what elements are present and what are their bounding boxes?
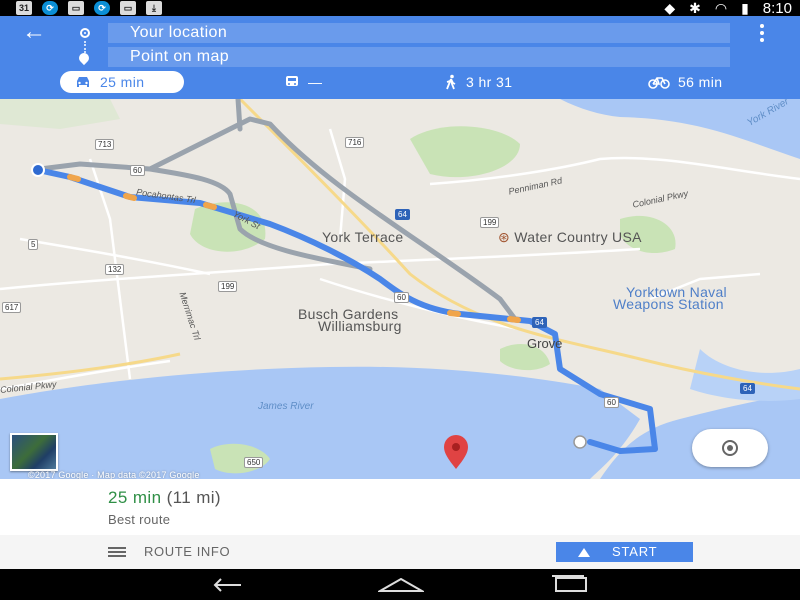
system-nav-bar (0, 569, 800, 600)
travel-mode-tabs: 25 min — 3 hr 31 56 min (0, 71, 800, 97)
map-label-james-river: James River (258, 401, 314, 412)
route-duration: 25 min (108, 488, 162, 507)
destination-pin-icon (76, 50, 92, 66)
route-info-label: ROUTE INFO (144, 544, 231, 559)
route-shield: 199 (218, 281, 238, 292)
tab-drive[interactable]: 25 min (60, 71, 184, 93)
my-location-icon (722, 440, 738, 456)
bus-icon (286, 76, 298, 86)
tab-walk[interactable]: 3 hr 31 (444, 71, 512, 93)
tab-bike-label: 56 min (678, 74, 723, 90)
tab-bike[interactable]: 56 min (648, 71, 722, 93)
back-icon[interactable] (207, 575, 247, 595)
interstate-shield: 64 (532, 317, 547, 328)
map-label-grove: Grove (527, 336, 563, 351)
app-icon: ▭ (120, 1, 136, 15)
james-river-water (0, 366, 640, 479)
route-eta: 25 min (11 mi) (108, 488, 221, 508)
route-dots-icon (84, 41, 88, 53)
action-bar: ROUTE INFO START (0, 535, 800, 569)
tab-walk-label: 3 hr 31 (466, 74, 513, 90)
directions-header: ← Your location Point on map 25 min — 3 … (0, 16, 800, 99)
recent-apps-icon[interactable] (550, 575, 590, 593)
route-summary[interactable]: 25 min (11 mi) Best route (0, 479, 800, 535)
home-icon[interactable] (378, 578, 424, 592)
navigation-arrow-icon (578, 548, 590, 557)
origin-dot-icon (80, 28, 90, 38)
my-location-button[interactable] (692, 429, 768, 467)
route-info-button[interactable]: ROUTE INFO (108, 544, 230, 559)
route-shield: 650 (244, 457, 264, 468)
clock: 8:10 (762, 0, 792, 17)
sync-icon: ⟳ (94, 1, 110, 15)
tab-transit-label: — (308, 74, 323, 90)
route-shield: 5 (28, 239, 39, 250)
poi-icon: ⊛ (498, 229, 515, 245)
route-note: Best route (108, 512, 171, 527)
route-shield: 132 (105, 264, 125, 275)
start-label: START (612, 544, 658, 559)
bike-icon (648, 77, 670, 89)
calendar-icon: 31 (16, 1, 32, 15)
bluetooth-icon: ✱ (689, 0, 701, 16)
route-shield: 617 (2, 302, 22, 313)
map-label-yorktown-2: Weapons Station (613, 296, 724, 312)
walk-icon (446, 74, 456, 90)
park-area (0, 99, 120, 129)
status-bar: 31 ⟳ ▭ ⟳ ▭ ⤓ ◆ ✱ ◠ ▮ 8:10 (0, 0, 800, 17)
destination-field[interactable]: Point on map (108, 47, 730, 67)
route-end-marker[interactable] (573, 435, 587, 449)
route-distance: (11 mi) (166, 488, 221, 507)
battery-icon: ▮ (741, 0, 749, 16)
route-shield: 716 (345, 137, 365, 148)
map-label-water-country-text: Water Country USA (514, 229, 642, 245)
wifi-icon: ◠ (714, 0, 728, 16)
map-view[interactable]: York Terrace ⊛ Water Country USA Yorktow… (0, 99, 800, 479)
download-icon: ⤓ (146, 1, 162, 15)
start-button[interactable]: START (556, 542, 693, 562)
route-shield: 199 (480, 217, 500, 228)
map-copyright: ©2017 Google · Map data ©2017 Google (28, 470, 200, 479)
map-label-york-terrace: York Terrace (322, 229, 404, 245)
car-icon (77, 77, 89, 87)
tab-transit[interactable]: — (284, 71, 322, 93)
back-arrow-icon[interactable]: ← (22, 20, 46, 44)
origin-marker[interactable] (31, 163, 45, 177)
interstate-shield: 64 (395, 209, 410, 220)
location-icon: ◆ (664, 0, 676, 16)
park-area (410, 126, 520, 178)
more-options-icon[interactable] (760, 24, 764, 45)
route-shield: 60 (604, 397, 619, 408)
list-icon (108, 545, 126, 559)
route-shield: 60 (394, 292, 409, 303)
map-label-water-country[interactable]: ⊛ Water Country USA (498, 229, 642, 246)
route-shield: 713 (95, 139, 115, 150)
tab-drive-label: 25 min (100, 74, 145, 90)
map-label-busch-2: Williamsburg (318, 318, 402, 334)
route-shield: 60 (130, 165, 145, 176)
interstate-shield: 64 (740, 383, 755, 394)
sync-icon: ⟳ (42, 1, 58, 15)
app-icon: ▭ (68, 1, 84, 15)
satellite-toggle[interactable] (10, 433, 58, 471)
origin-field[interactable]: Your location (108, 23, 730, 43)
